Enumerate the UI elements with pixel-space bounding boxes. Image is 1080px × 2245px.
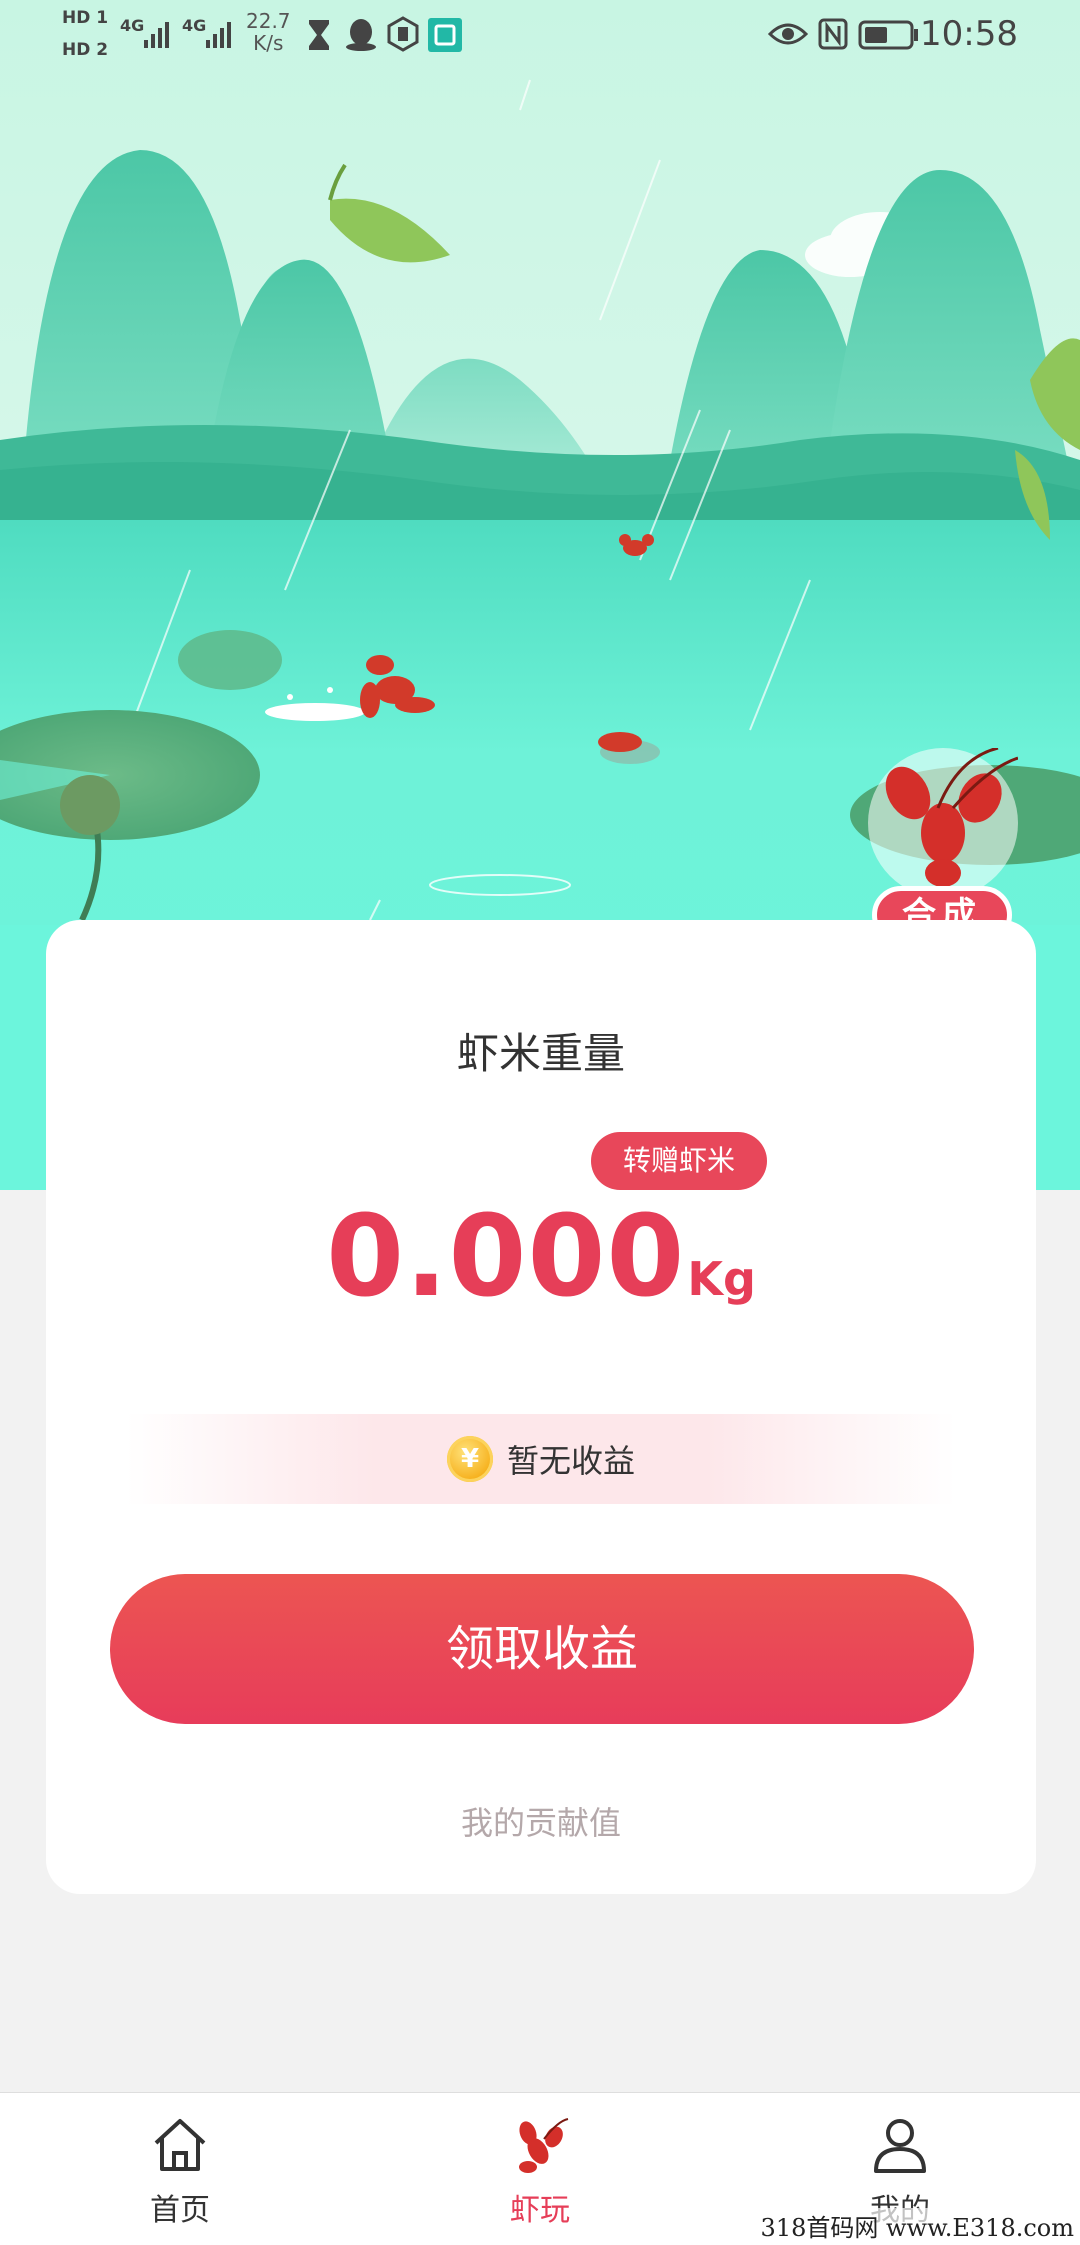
sim1-indicator: HD 1 [62,8,109,28]
weight-display: 0.000Kg [46,1192,1036,1322]
network-speed-unit: K/s [253,31,284,55]
mi-icon [428,18,462,52]
coin-icon: ¥ [446,1436,493,1482]
network-type-2: 4G [182,16,207,35]
weight-unit: Kg [687,1252,756,1306]
status-bar: HD 1 HD 2 4G 4G 22.7 K/s 10:58 [0,0,1080,72]
network-type-1: 4G [120,16,145,35]
weight-value: 0.000 [326,1192,686,1322]
merge-crayfish-holder [868,746,1019,898]
earnings-text: 暂无收益 [506,1442,635,1480]
nfc-icon [818,18,848,50]
hourglass-icon [309,20,329,50]
nav-item-home[interactable]: 首页 [80,2093,280,2245]
qq-icon [346,19,376,51]
network-speed-value: 22.7 [246,9,291,33]
bottom-nav: 首页 虾玩 我的 318首码网 www.E318.com [0,2092,1080,2245]
watermark: 318首码网 www.E318.com [760,2208,1074,2243]
home-icon [154,2119,206,2171]
shrimp-weight-card: 虾米重量 转赠虾米 0.000Kg ¥ 暂无收益 领取收益 我的贡献值 [46,920,1036,1894]
nav-item-play[interactable]: 虾玩 [440,2093,640,2245]
nav-label-home: 首页 [150,2193,210,2228]
crayfish-icon [519,2118,569,2173]
battery-icon [858,20,918,50]
nav-label-play: 虾玩 [510,2193,570,2228]
my-contribution-link[interactable]: 我的贡献值 [46,1798,1036,1844]
clock: 10:58 [920,14,1018,54]
earnings-status: ¥ 暂无收益 [126,1414,956,1504]
gift-shrimp-button[interactable]: 转赠虾米 [591,1132,767,1190]
card-title: 虾米重量 [456,1029,625,1078]
crayfish-icon [885,746,1019,887]
signal-icon [144,22,169,48]
merge-widget[interactable]: 合成 [868,746,1028,948]
eye-icon [768,23,808,45]
network-speed: 22.7 K/s [246,10,291,54]
claim-earnings-button[interactable]: 领取收益 [110,1574,974,1724]
sim2-indicator: HD 2 [62,40,109,60]
shield-icon [387,16,419,52]
user-icon [874,2119,926,2173]
signal-icon [206,22,231,48]
